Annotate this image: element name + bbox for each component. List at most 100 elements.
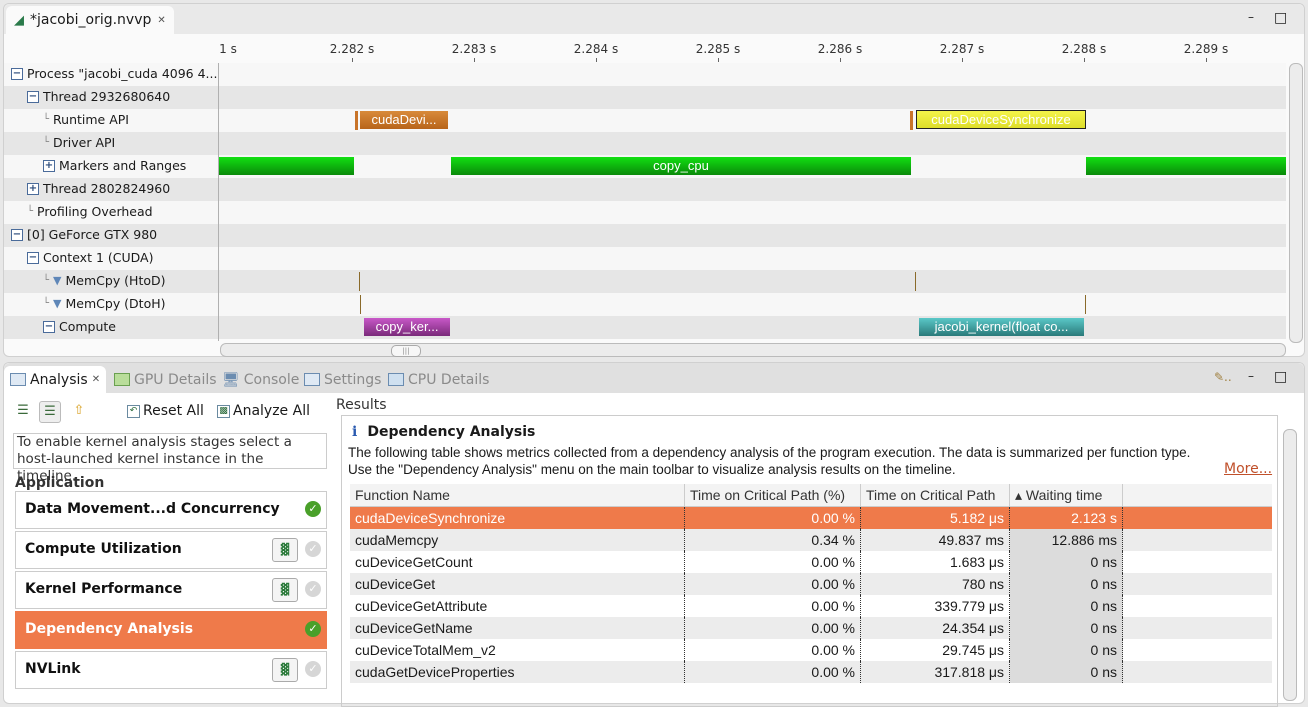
maximize-button[interactable]: □ bbox=[1274, 10, 1287, 26]
close-tab-icon[interactable]: ✕ bbox=[157, 15, 165, 26]
timeline-bar[interactable]: copy_cpu bbox=[451, 157, 911, 175]
tree-node[interactable]: └ ▼ MemCpy (HtoD) bbox=[43, 273, 166, 288]
timeline-row[interactable]: └ Runtime API cudaDevi... cudaDeviceSynchro… bbox=[4, 109, 1286, 132]
run-analysis-button[interactable]: ▓ bbox=[272, 578, 298, 602]
timeline-row[interactable]: + Markers and Ranges copy_cpu bbox=[4, 155, 1286, 178]
bottom-tab-bar: Analysis ✕ GPU Details 🖥 Console Setting… bbox=[4, 363, 1304, 393]
timeline-row[interactable]: − Compute copy_ker... jacobi_kernel(float c… bbox=[4, 316, 1286, 339]
vertical-scrollbar[interactable] bbox=[1289, 63, 1303, 343]
table-row[interactable]: cuDeviceTotalMem_v2 0.00 % 29.745 μs 0 ns bbox=[350, 639, 1272, 661]
run-analysis-button[interactable]: ▓ bbox=[272, 658, 298, 682]
stage-nvlink[interactable]: NVLink ▓ ✓ bbox=[15, 651, 327, 689]
time-ruler[interactable]: 1 s 2.282 s 2.283 s 2.284 s 2.285 s 2.286 s 2.… bbox=[218, 34, 1286, 62]
timeline-bar[interactable] bbox=[219, 157, 354, 175]
tree-node[interactable]: └ ▼ MemCpy (DtoH) bbox=[43, 296, 166, 311]
table-row[interactable]: cuDeviceGet 0.00 % 780 ns 0 ns bbox=[350, 573, 1272, 595]
stage-kernel-performance[interactable]: Kernel Performance ▓ ✓ bbox=[15, 571, 327, 609]
timeline-row[interactable]: − Process "jacobi_cuda 4096 4... bbox=[4, 63, 1286, 86]
cell-wait: 0 ns bbox=[1009, 639, 1123, 661]
guided-analysis-icon[interactable]: ☰ bbox=[13, 401, 33, 421]
cell-pct: 0.34 % bbox=[684, 529, 861, 551]
timeline-row[interactable]: − Thread 2932680640 bbox=[4, 86, 1286, 109]
run-analysis-button[interactable]: ▓ bbox=[272, 538, 298, 562]
tab-cpu-details[interactable]: CPU Details bbox=[388, 366, 489, 393]
timeline-bar[interactable]: cudaDevi... bbox=[360, 111, 448, 129]
more-link[interactable]: More... bbox=[1224, 461, 1272, 477]
analyze-all-button[interactable]: ▩ Analyze All bbox=[217, 403, 310, 419]
timeline-bar[interactable]: copy_ker... bbox=[364, 318, 450, 336]
tree-node[interactable]: − [0] GeForce GTX 980 bbox=[11, 227, 157, 242]
up-arrow-icon[interactable]: ⇧ bbox=[69, 401, 89, 421]
timeline-row[interactable]: − [0] GeForce GTX 980 bbox=[4, 224, 1286, 247]
tree-node[interactable]: └ Runtime API bbox=[43, 112, 129, 127]
timeline-row[interactable]: └ Driver API bbox=[4, 132, 1286, 155]
tree-node[interactable]: + Thread 2802824960 bbox=[27, 181, 170, 196]
collapse-icon[interactable]: − bbox=[27, 251, 39, 264]
close-tab-icon[interactable]: ✕ bbox=[92, 374, 100, 385]
horizontal-scrollbar[interactable]: ||| bbox=[220, 343, 1286, 357]
tree-node-label: Profiling Overhead bbox=[37, 204, 153, 219]
expand-icon[interactable]: + bbox=[27, 182, 39, 195]
tree-node[interactable]: └ Driver API bbox=[43, 135, 115, 150]
stage-compute-utilization[interactable]: Compute Utilization ▓ ✓ bbox=[15, 531, 327, 569]
editor-tab[interactable]: ◢ *jacobi_orig.nvvp ✕ bbox=[6, 6, 174, 34]
memcpy-marker[interactable] bbox=[1085, 295, 1086, 314]
collapse-icon[interactable]: − bbox=[11, 67, 23, 80]
settings-icon bbox=[304, 373, 320, 386]
column-header[interactable]: Function Name bbox=[350, 484, 685, 507]
tab-console[interactable]: 🖥 Console bbox=[222, 366, 299, 393]
stage-data-movement[interactable]: Data Movement...d Concurrency ✓ bbox=[15, 491, 327, 529]
horizontal-scroll-thumb[interactable]: ||| bbox=[391, 345, 421, 357]
tree-node[interactable]: └ Profiling Overhead bbox=[27, 204, 153, 219]
timeline-row[interactable]: └ ▼ MemCpy (HtoD) bbox=[4, 270, 1286, 293]
column-header[interactable]: Time on Critical Path (%) bbox=[684, 484, 861, 507]
table-row[interactable]: cuDeviceGetAttribute 0.00 % 339.779 μs 0 ns bbox=[350, 595, 1272, 617]
table-row[interactable]: cuDeviceGetCount 0.00 % 1.683 μs 0 ns bbox=[350, 551, 1272, 573]
collapse-icon[interactable]: − bbox=[43, 320, 55, 333]
tree-node[interactable]: − Context 1 (CUDA) bbox=[27, 250, 153, 265]
reset-all-button[interactable]: ↶ Reset All bbox=[127, 403, 204, 419]
tree-branch-icon: └ bbox=[43, 137, 50, 148]
tab-gpu-details[interactable]: GPU Details bbox=[114, 366, 217, 393]
memcpy-marker[interactable] bbox=[360, 295, 361, 314]
table-row[interactable]: cudaGetDeviceProperties 0.00 % 317.818 μs 0… bbox=[350, 661, 1272, 683]
tree-node[interactable]: − Process "jacobi_cuda 4096 4... bbox=[11, 66, 217, 81]
memcpy-marker[interactable] bbox=[910, 111, 913, 130]
collapse-icon[interactable]: − bbox=[27, 90, 39, 103]
memcpy-marker[interactable] bbox=[915, 272, 916, 291]
timeline-row[interactable]: − Context 1 (CUDA) bbox=[4, 247, 1286, 270]
column-header[interactable]: Time on Critical Path bbox=[860, 484, 1010, 507]
filter-icon: ▼ bbox=[53, 297, 62, 310]
tree-splitter[interactable] bbox=[218, 63, 219, 341]
expand-icon[interactable]: + bbox=[43, 159, 55, 172]
memcpy-marker[interactable] bbox=[355, 111, 358, 130]
tree-node[interactable]: − Thread 2932680640 bbox=[27, 89, 170, 104]
view-menu-icon[interactable]: ✎.. bbox=[1214, 370, 1232, 384]
stage-dependency-analysis[interactable]: Dependency Analysis ✓ bbox=[15, 611, 327, 649]
tab-analysis[interactable]: Analysis ✕ bbox=[4, 366, 107, 393]
timeline-bar[interactable] bbox=[1086, 157, 1286, 175]
maximize-button[interactable]: □ bbox=[1274, 369, 1287, 385]
minimize-button[interactable]: – bbox=[1248, 369, 1258, 383]
timeline-row[interactable]: └ Profiling Overhead bbox=[4, 201, 1286, 224]
timeline-bar[interactable]: cudaDeviceSynchronize bbox=[916, 110, 1086, 129]
table-row[interactable]: cudaMemcpy 0.34 % 49.837 ms 12.886 ms bbox=[350, 529, 1272, 551]
tab-settings[interactable]: Settings bbox=[304, 366, 381, 393]
collapse-icon[interactable]: − bbox=[11, 228, 23, 241]
memcpy-marker[interactable] bbox=[359, 272, 360, 291]
results-scrollbar[interactable] bbox=[1283, 429, 1297, 701]
column-header[interactable]: ▴ Waiting time bbox=[1009, 484, 1123, 507]
cell-filler bbox=[1122, 506, 1272, 529]
timeline-bar[interactable]: jacobi_kernel(float co... bbox=[919, 318, 1084, 336]
cell-pct: 0.00 % bbox=[684, 506, 861, 529]
table-row[interactable]: cuDeviceGetName 0.00 % 24.354 μs 0 ns bbox=[350, 617, 1272, 639]
ruler-tick-label: 1 s bbox=[219, 42, 237, 56]
table-row[interactable]: cudaDeviceSynchronize 0.00 % 5.182 μs 2.123… bbox=[350, 506, 1272, 529]
tree-node[interactable]: − Compute bbox=[43, 319, 116, 334]
minimize-button[interactable]: – bbox=[1248, 10, 1258, 24]
unguided-analysis-icon[interactable]: ☰ bbox=[39, 401, 61, 423]
filter-icon: ▼ bbox=[53, 274, 62, 287]
timeline-row[interactable]: └ ▼ MemCpy (DtoH) bbox=[4, 293, 1286, 316]
timeline-row[interactable]: + Thread 2802824960 bbox=[4, 178, 1286, 201]
tree-node[interactable]: + Markers and Ranges bbox=[43, 158, 186, 173]
